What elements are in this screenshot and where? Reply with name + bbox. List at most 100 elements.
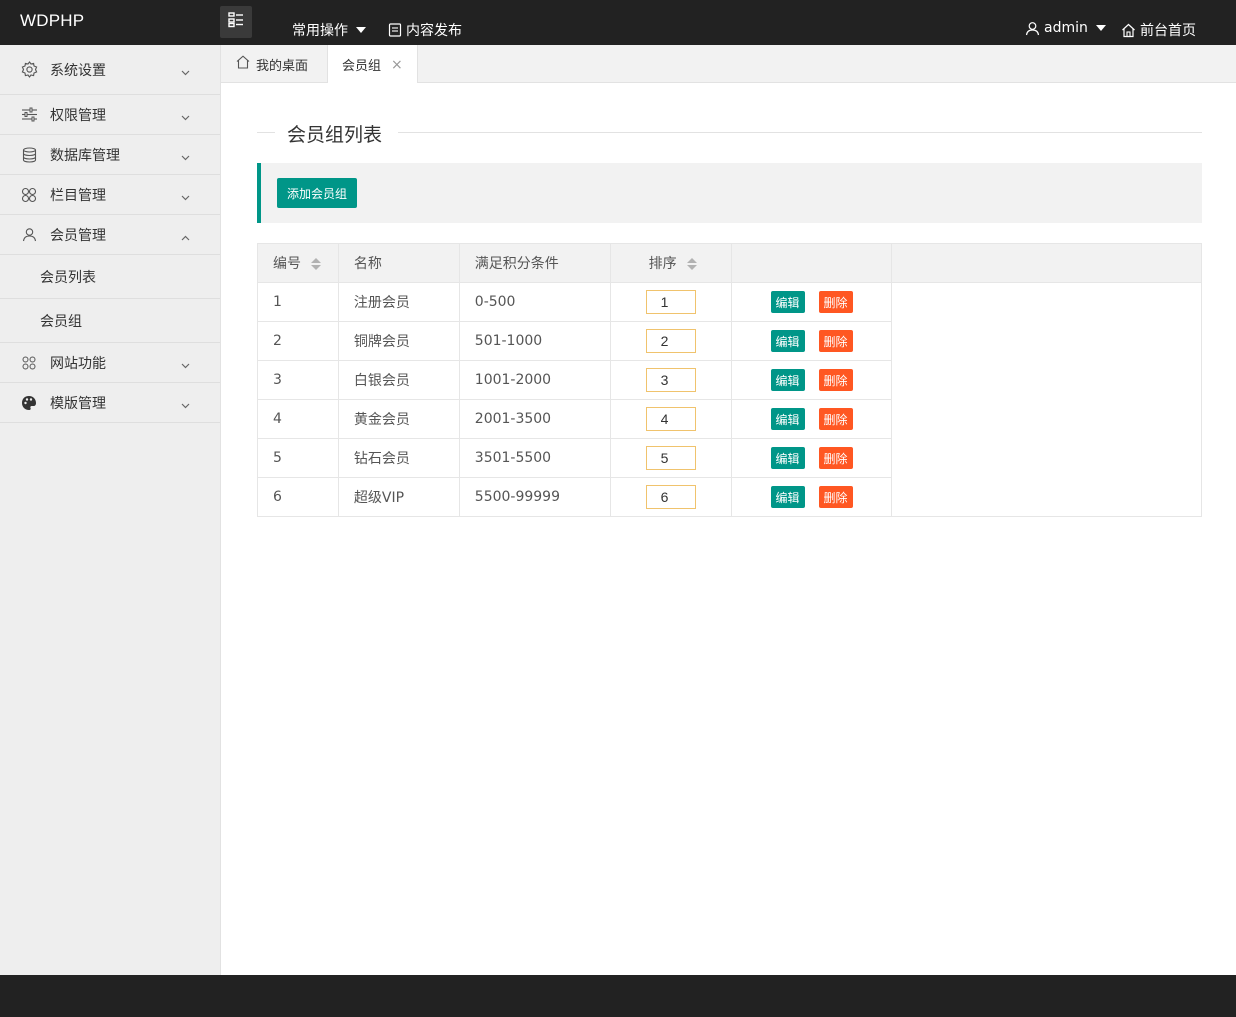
chevron-down-icon (181, 149, 190, 165)
cell-order (609, 321, 732, 361)
sidebar-item-label: 权限管理 (50, 107, 106, 124)
cell-order (609, 399, 732, 439)
column-header-actions (730, 243, 893, 283)
section-title: 会员组列表 (257, 120, 1202, 147)
sidebar-subitem-member-list[interactable]: 会员列表 (0, 255, 220, 299)
user-menu[interactable]: admin (1025, 20, 1106, 36)
table-row: 1注册会员0-500编辑删除 (257, 282, 1202, 517)
edit-button[interactable]: 编辑 (770, 447, 805, 469)
sidebar-item-columns[interactable]: 栏目管理 (0, 175, 220, 215)
sort-icon[interactable] (686, 257, 697, 271)
column-header-label: 满足积分条件 (474, 256, 559, 272)
cell-points: 0-500 (458, 282, 611, 322)
edit-button[interactable]: 编辑 (770, 369, 805, 391)
front-home-label: 前台首页 (1140, 23, 1196, 39)
sidebar-item-label: 网站功能 (50, 355, 106, 372)
tab-label: 会员组 (342, 59, 382, 74)
cell-points: 5500-99999 (458, 477, 611, 517)
chevron-down-icon (181, 189, 190, 205)
add-member-group-button[interactable]: 添加会员组 (277, 178, 358, 208)
sidebar-item-database[interactable]: 数据库管理 (0, 135, 220, 175)
sidebar-item-label: 数据库管理 (50, 147, 120, 164)
cell-name: 白银会员 (337, 360, 460, 400)
top-header: WDPHP 常用操作 内容发布 admin 前台首页 (0, 0, 1236, 45)
order-input[interactable] (645, 446, 696, 470)
menu-fold-icon (228, 12, 244, 32)
nav-common-ops-label: 常用操作 (292, 23, 348, 39)
cell-order (609, 360, 732, 400)
sidebar-subitem-label: 会员列表 (40, 269, 96, 286)
sidebar-item-members[interactable]: 会员管理 (0, 215, 220, 255)
front-home-link[interactable]: 前台首页 (1121, 20, 1196, 40)
order-input[interactable] (645, 290, 696, 314)
delete-button[interactable]: 删除 (818, 330, 853, 352)
table-header-row: 编号 名称 满足积分条件 排序 (257, 243, 1202, 283)
close-icon[interactable]: × (391, 57, 403, 73)
order-input[interactable] (645, 329, 696, 353)
caret-down-icon (1095, 25, 1106, 31)
column-header-order[interactable]: 排序 (609, 243, 732, 283)
app-logo[interactable]: WDPHP (20, 11, 84, 31)
nav-common-ops[interactable]: 常用操作 (292, 20, 366, 40)
cell-points: 3501-5500 (458, 438, 611, 478)
cell-actions: 编辑 删除 (730, 282, 893, 322)
cell-order (609, 438, 732, 478)
apps-icon (20, 186, 38, 204)
menu-toggle-button[interactable] (220, 6, 252, 38)
footer-bar (0, 975, 1236, 1017)
sidebar-subitem-label: 会员组 (40, 313, 82, 330)
sidebar-item-permissions[interactable]: 权限管理 (0, 95, 220, 135)
sidebar-subitem-member-group[interactable]: 会员组 (0, 299, 220, 343)
sidebar-item-templates[interactable]: 模版管理 (0, 383, 220, 423)
tab-member-group[interactable]: 会员组 × (327, 45, 418, 84)
cell-actions: 编辑 删除 (730, 360, 893, 400)
column-header-id[interactable]: 编号 (257, 243, 339, 283)
cell-id: 4 (257, 399, 339, 439)
cell-id: 1 (257, 282, 339, 322)
delete-button[interactable]: 删除 (818, 447, 853, 469)
cell-id: 3 (257, 360, 339, 400)
sort-icon[interactable] (311, 257, 321, 271)
edit-button[interactable]: 编辑 (770, 291, 805, 313)
sidebar-item-site-functions[interactable]: 网站功能 (0, 343, 220, 383)
delete-button[interactable]: 删除 (818, 369, 853, 391)
edit-button[interactable]: 编辑 (770, 486, 805, 508)
sidebar-item-system-settings[interactable]: 系统设置 (0, 45, 220, 95)
cell-name: 黄金会员 (337, 399, 460, 439)
cell-points: 2001-3500 (458, 399, 611, 439)
cell-name: 钻石会员 (337, 438, 460, 478)
toolbar: 添加会员组 (257, 163, 1202, 223)
document-icon (388, 23, 402, 37)
cell-actions: 编辑 删除 (730, 321, 893, 361)
nav-publish-label: 内容发布 (406, 23, 462, 39)
delete-button[interactable]: 删除 (818, 408, 853, 430)
cell-actions: 编辑 删除 (730, 477, 893, 517)
cell-points: 1001-2000 (458, 360, 611, 400)
cell-id: 2 (257, 321, 339, 361)
sidebar-item-label: 模版管理 (50, 395, 106, 412)
user-icon (20, 226, 38, 244)
delete-button[interactable]: 删除 (818, 291, 853, 313)
sliders-icon (20, 106, 38, 124)
cell-order (609, 477, 732, 517)
home-icon (236, 55, 250, 73)
order-input[interactable] (645, 407, 696, 431)
chevron-down-icon (181, 397, 190, 413)
edit-button[interactable]: 编辑 (770, 330, 805, 352)
user-icon (1025, 21, 1040, 36)
sidebar-item-label: 会员管理 (50, 227, 106, 244)
cell-id: 6 (257, 477, 339, 517)
cell-id: 5 (257, 438, 339, 478)
chevron-down-icon (181, 64, 190, 80)
delete-button[interactable]: 删除 (818, 486, 853, 508)
order-input[interactable] (645, 368, 696, 392)
chevron-down-icon (181, 357, 190, 373)
nav-publish[interactable]: 内容发布 (388, 20, 462, 40)
sidebar: 系统设置 权限管理 数据库管理 栏目管理 会员管理 会员列表 会员组 网站功能 … (0, 45, 221, 975)
database-icon (20, 146, 38, 164)
edit-button[interactable]: 编辑 (770, 408, 805, 430)
order-input[interactable] (645, 485, 696, 509)
tab-my-desktop[interactable]: 我的桌面 (236, 45, 308, 83)
cell-actions: 编辑 删除 (730, 438, 893, 478)
title-line-right (398, 132, 1202, 133)
